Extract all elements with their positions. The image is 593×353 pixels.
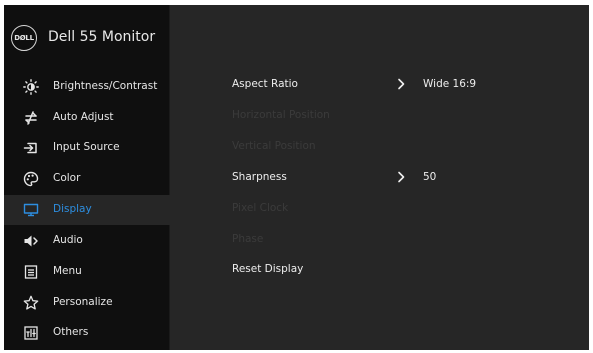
dell-logo: DØLL — [11, 25, 37, 51]
osd-sidebar: DØLL Dell 55 Monitor Brightness/Contrast — [4, 5, 170, 350]
sidebar-item-label: Color — [53, 172, 81, 184]
sidebar-item-auto-adjust[interactable]: Auto Adjust — [4, 103, 169, 133]
sidebar-item-display[interactable]: Display — [4, 195, 170, 225]
input-source-icon — [22, 140, 40, 156]
setting-name: Vertical Position — [232, 140, 316, 152]
sidebar-item-others[interactable]: Others — [4, 318, 169, 348]
sidebar-item-label: Display — [53, 203, 92, 215]
sidebar-item-label: Others — [53, 326, 89, 338]
auto-adjust-icon — [22, 110, 40, 126]
setting-value: Wide 16:9 — [423, 78, 477, 90]
others-icon — [22, 325, 40, 341]
sidebar-item-label: Auto Adjust — [53, 111, 114, 123]
color-palette-icon — [22, 171, 40, 187]
star-icon — [22, 295, 40, 311]
brightness-icon — [22, 79, 40, 95]
sidebar-item-input-source[interactable]: Input Source — [4, 133, 169, 163]
display-icon — [22, 202, 40, 218]
sidebar-item-menu[interactable]: Menu — [4, 257, 169, 287]
sidebar-item-brightness-contrast[interactable]: Brightness/Contrast — [4, 72, 169, 102]
monitor-title: Dell 55 Monitor — [48, 29, 156, 45]
sidebar-item-color[interactable]: Color — [4, 164, 169, 194]
chevron-right-icon — [397, 170, 406, 187]
setting-name: Aspect Ratio — [232, 78, 298, 90]
sidebar-item-label: Audio — [53, 234, 83, 246]
sidebar-item-personalize[interactable]: Personalize — [4, 288, 169, 318]
sidebar-item-audio[interactable]: Audio — [4, 226, 169, 256]
menu-icon — [22, 264, 40, 280]
monitor-osd: DØLL Dell 55 Monitor Brightness/Contrast — [4, 5, 589, 350]
osd-header: DØLL Dell 55 Monitor — [4, 5, 169, 69]
sidebar-item-label: Menu — [53, 265, 82, 277]
speaker-icon — [22, 233, 40, 249]
chevron-right-icon — [397, 77, 406, 94]
setting-name: Sharpness — [232, 171, 287, 183]
sidebar-item-label: Input Source — [53, 141, 120, 153]
setting-name: Phase — [232, 233, 264, 245]
display-settings-panel: Aspect Ratio Wide 16:9 Horizontal Positi… — [170, 5, 589, 350]
sidebar-item-label: Personalize — [53, 296, 113, 308]
setting-value: 50 — [423, 171, 437, 183]
setting-name: Pixel Clock — [232, 202, 289, 214]
setting-name: Horizontal Position — [232, 109, 330, 121]
sidebar-item-label: Brightness/Contrast — [53, 80, 158, 92]
setting-name: Reset Display — [232, 263, 304, 275]
